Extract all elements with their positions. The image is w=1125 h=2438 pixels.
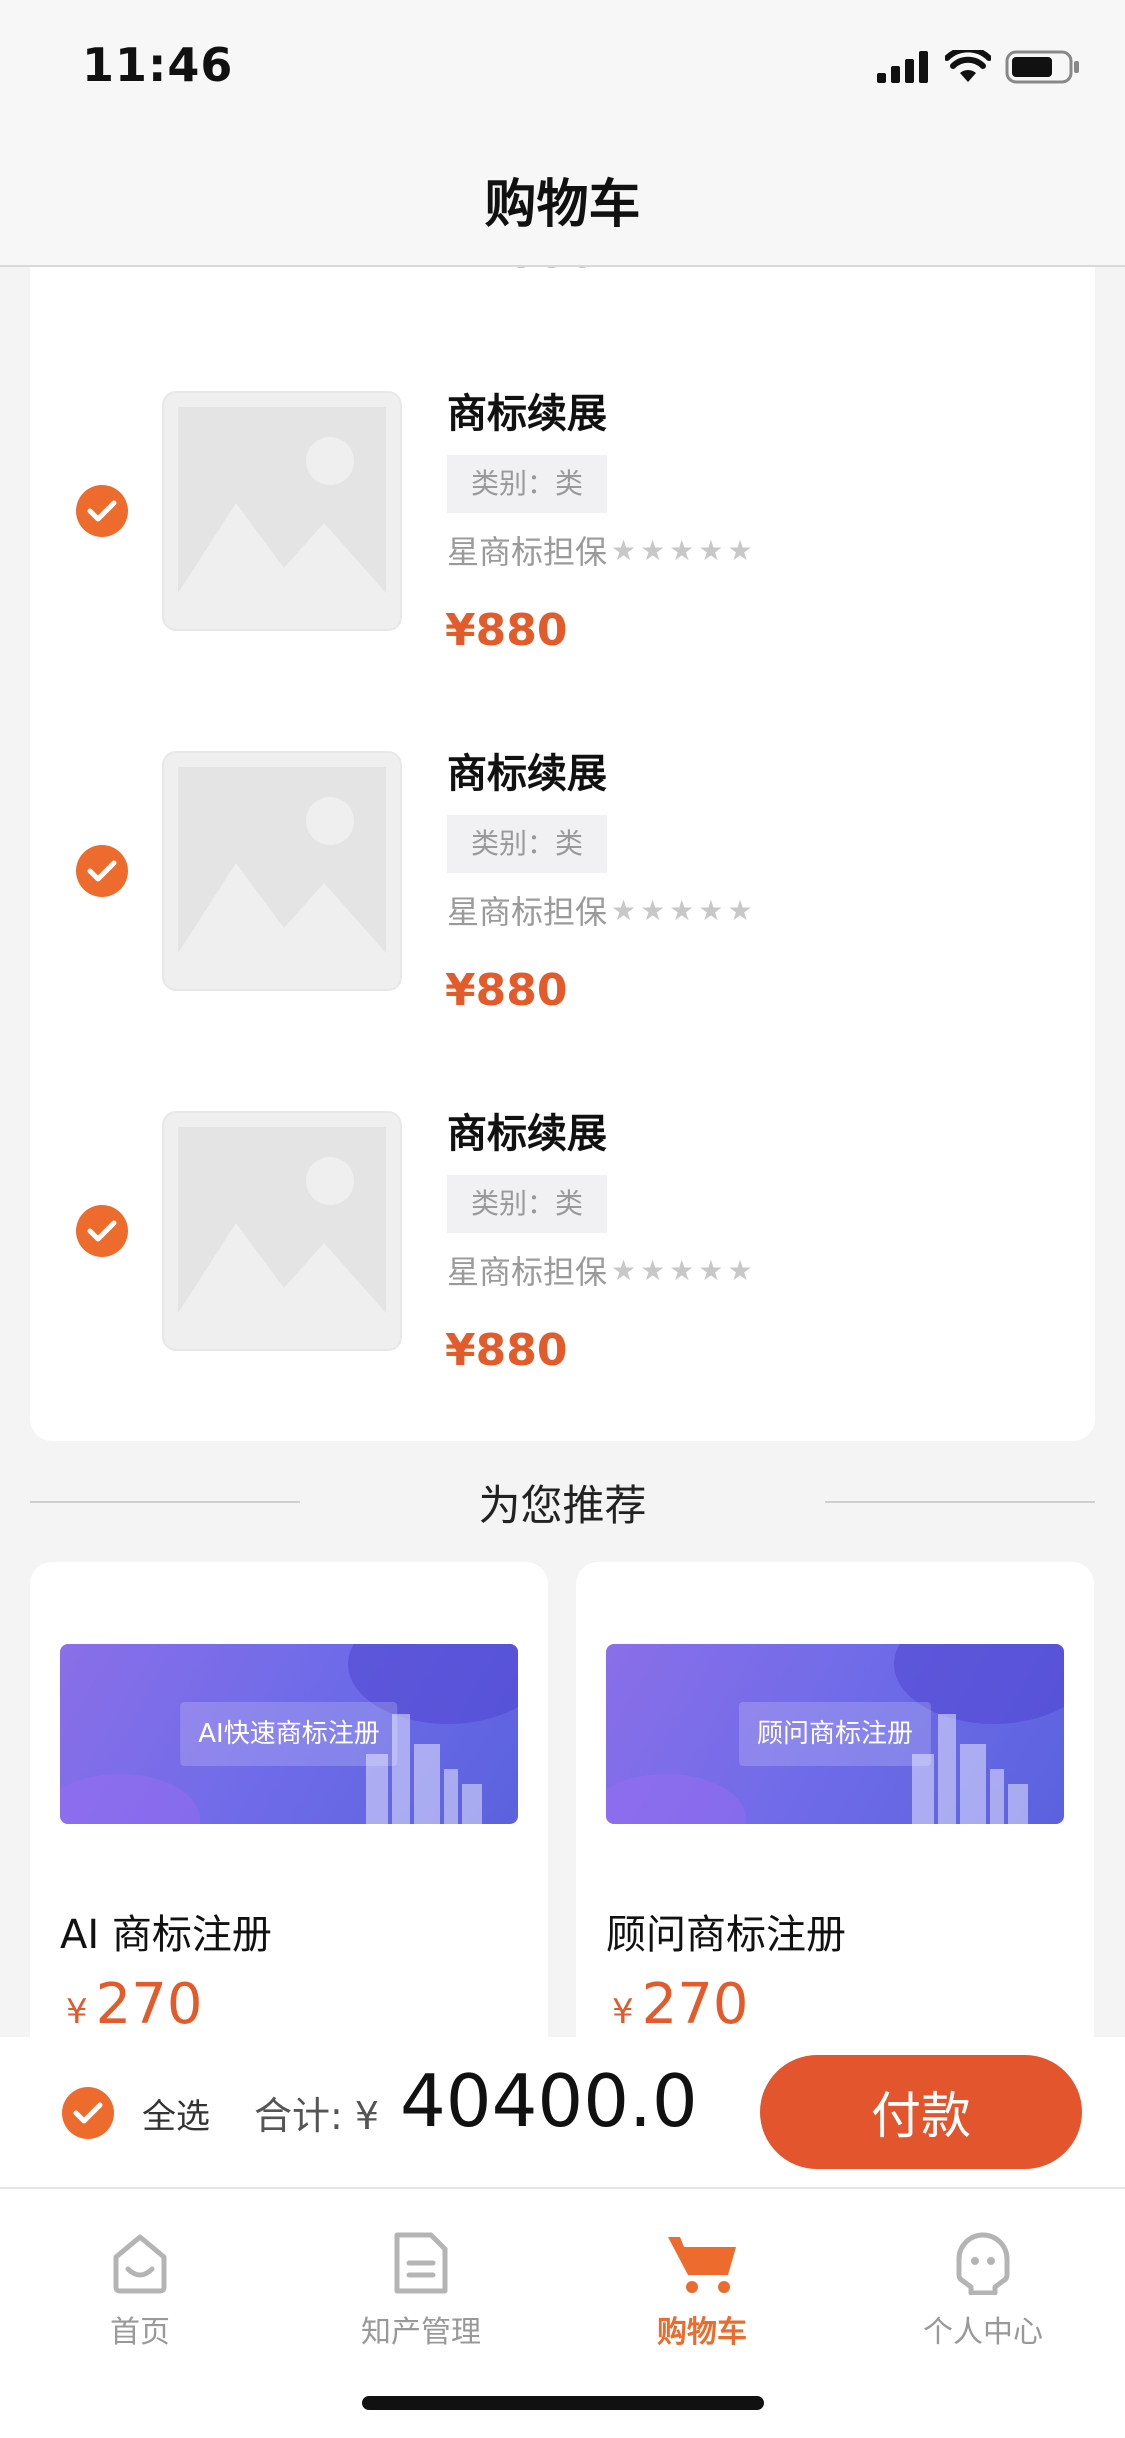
pay-button[interactable]: 付款 [760, 2055, 1082, 2169]
cart-list: ¥880 商标续展 类别：类 星商标担保 ★★★★★ ¥880 [30, 267, 1095, 1441]
image-placeholder-icon [178, 407, 386, 615]
product-image-placeholder [162, 391, 402, 631]
star-icon: ★ [669, 1253, 695, 1287]
checkout-bar: 全选 合计: ¥ 40400.0 付款 [0, 2037, 1125, 2187]
cart-item[interactable]: 商标续展 类别：类 星商标担保 ★ ★ ★ ★ ★ ¥880 [30, 1067, 1095, 1407]
product-name: 顾问商标注册 [606, 1912, 846, 1958]
product-name: AI 商标注册 [60, 1912, 272, 1958]
checkmark-icon [73, 2102, 103, 2124]
item-title: 商标续展 [447, 1111, 607, 1157]
item-checkbox[interactable] [76, 845, 128, 897]
product-image-placeholder [162, 1111, 402, 1351]
star-icon: ★ [698, 1253, 724, 1287]
star-icon: ★ [640, 533, 666, 567]
signal-icon [877, 51, 928, 83]
total-label: 合计: ¥ [254, 2094, 380, 2138]
item-subtitle-text: 星商标担保 [447, 893, 608, 931]
banner-label: AI快速商标注册 [180, 1702, 398, 1766]
page-title: 购物车 [484, 175, 641, 235]
total-amount: 40400.0 [400, 2059, 698, 2143]
star-icon: ★ [727, 1253, 753, 1287]
item-subtitle-text: 星商标担保 [447, 1253, 608, 1291]
select-all-label[interactable]: 全选 [142, 2089, 210, 2138]
product-price: ¥270 [612, 1972, 749, 2037]
star-icon: ★ [727, 533, 753, 567]
tab-label: 知产管理 [361, 2315, 481, 2350]
product-banner: 顾问商标注册 [606, 1644, 1064, 1824]
product-price: ¥270 [66, 1972, 203, 2037]
home-icon [113, 2234, 167, 2294]
star-rating: ★ ★ ★ ★ ★ [611, 534, 753, 567]
item-checkbox[interactable] [76, 1205, 128, 1257]
banner-label: 顾问商标注册 [738, 1702, 932, 1766]
status-time: 11:46 [82, 38, 234, 92]
battery-icon [1005, 50, 1079, 84]
star-icon: ★ [611, 533, 637, 567]
checkmark-icon [87, 500, 117, 522]
star-icon: ★ [611, 893, 637, 927]
home-indicator [362, 2396, 764, 2410]
cart-item[interactable]: 商标续展 类别：类 星商标担保 ★ ★ ★ ★ ★ ¥880 [30, 707, 1095, 1047]
star-icon: ★ [698, 893, 724, 927]
item-price: ¥880 [475, 267, 597, 278]
checkmark-icon [87, 860, 117, 882]
item-price: ¥880 [445, 605, 568, 656]
star-icon: ★ [727, 893, 753, 927]
category-tag: 类别：类 [447, 815, 608, 873]
image-placeholder-icon [178, 1127, 386, 1335]
recommend-title: 为您推荐 [478, 1481, 647, 1530]
recommend-card[interactable]: 顾问商标注册 顾问商标注册 ¥270 [576, 1562, 1094, 2037]
tab-label: 购物车 [657, 2315, 747, 2350]
star-icon: ★ [640, 893, 666, 927]
scroll-content[interactable]: ¥880 商标续展 类别：类 星商标担保 ★★★★★ ¥880 [0, 267, 1125, 2037]
item-title: 商标续展 [447, 751, 607, 797]
star-icon: ★ [669, 533, 695, 567]
star-icon: ★ [669, 893, 695, 927]
star-icon: ★ [640, 1253, 666, 1287]
recommend-card[interactable]: AI快速商标注册 AI 商标注册 ¥270 [30, 1562, 548, 2037]
star-icon: ★ [611, 1253, 637, 1287]
wifi-icon [945, 50, 991, 82]
nav-bar: 购物车 [0, 132, 1125, 267]
checkmark-icon [87, 1220, 117, 1242]
tab-label: 首页 [110, 2315, 170, 2350]
tab-home[interactable]: 首页 [40, 2215, 240, 2351]
cart-icon [668, 2237, 736, 2293]
star-icon: ★ [698, 533, 724, 567]
status-bar: 11:46 [0, 0, 1125, 132]
item-subtitle: 星商标担保 ★ ★ ★ ★ ★ [447, 1247, 753, 1293]
star-rating: ★ ★ ★ ★ ★ [611, 1254, 753, 1287]
category-tag: 类别：类 [447, 455, 608, 513]
product-banner: AI快速商标注册 [60, 1644, 518, 1824]
item-price: ¥880 [445, 965, 568, 1016]
tab-cart[interactable]: 购物车 [602, 2215, 802, 2351]
cart-item[interactable]: 商标续展 类别：类 星商标担保 ★ ★ ★ ★ ★ ¥880 [30, 347, 1095, 687]
item-subtitle: 星商标担保 ★ ★ ★ ★ ★ [447, 887, 753, 933]
select-all-checkbox[interactable] [62, 2087, 114, 2139]
tab-profile[interactable]: 个人中心 [883, 2215, 1083, 2351]
tab-label: 个人中心 [923, 2315, 1043, 2350]
item-title: 商标续展 [447, 391, 607, 437]
item-subtitle-text: 星商标担保 [447, 533, 608, 571]
tab-ip-management[interactable]: 知产管理 [321, 2215, 521, 2351]
product-image-placeholder [162, 751, 402, 991]
item-price: ¥880 [445, 1325, 568, 1376]
category-tag: 类别：类 [447, 1175, 608, 1233]
item-subtitle: 星商标担保 ★ ★ ★ ★ ★ [447, 527, 753, 573]
item-checkbox[interactable] [76, 485, 128, 537]
star-rating: ★ ★ ★ ★ ★ [611, 894, 753, 927]
status-icons [877, 50, 1081, 84]
user-icon [956, 2232, 1010, 2295]
image-placeholder-icon [178, 767, 386, 975]
document-icon [394, 2232, 448, 2294]
